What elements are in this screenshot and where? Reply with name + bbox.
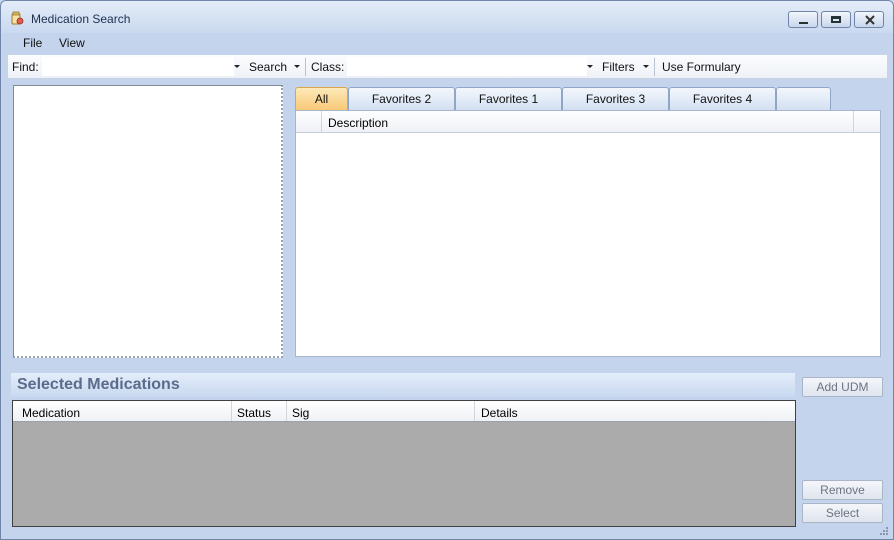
toolbar-separator — [654, 58, 655, 76]
remove-button[interactable]: Remove — [802, 480, 883, 500]
column-header-description[interactable]: Description — [328, 116, 388, 130]
selected-medications-header: Selected Medications — [11, 373, 795, 397]
column-header-status[interactable]: Status — [237, 406, 271, 420]
class-dropdown-icon[interactable] — [587, 65, 593, 68]
menu-view[interactable]: View — [55, 36, 89, 50]
maximize-icon — [831, 16, 841, 23]
results-grid-header: Description — [296, 111, 880, 133]
toolbar-separator — [305, 58, 306, 76]
filters-button[interactable]: Filters — [602, 60, 635, 74]
column-header-details[interactable]: Details — [481, 406, 518, 420]
selected-grid-header: Medication Status Sig Details — [13, 401, 795, 422]
row-header-cell — [296, 111, 322, 132]
close-icon — [865, 15, 875, 25]
class-tree-panel[interactable] — [13, 85, 283, 358]
medication-app-icon — [11, 11, 24, 25]
tab-all[interactable]: All — [295, 87, 348, 110]
selected-medications-grid[interactable]: Medication Status Sig Details — [12, 400, 796, 527]
use-formulary-button[interactable]: Use Formulary — [662, 60, 741, 74]
column-divider — [853, 111, 854, 132]
add-udm-button[interactable]: Add UDM — [802, 377, 883, 397]
title-bar[interactable]: Medication Search — [1, 1, 893, 33]
find-input[interactable] — [42, 57, 234, 76]
search-button[interactable]: Search — [249, 60, 287, 74]
column-divider — [286, 401, 287, 421]
tab-favorites-2[interactable]: Favorites 2 — [348, 87, 455, 110]
menu-file[interactable]: File — [19, 36, 46, 50]
select-button[interactable]: Select — [802, 503, 883, 523]
minimize-button[interactable] — [788, 11, 818, 28]
search-toolbar: Find: Search Class: Filters Use Formular… — [8, 55, 887, 79]
column-header-sig[interactable]: Sig — [292, 406, 309, 420]
menu-bar: File View — [9, 33, 885, 53]
tab-favorites-1[interactable]: Favorites 1 — [455, 87, 562, 110]
medication-search-window: Medication Search File View Find: Search… — [0, 0, 894, 540]
window-title: Medication Search — [31, 12, 131, 26]
find-dropdown-icon[interactable] — [234, 65, 240, 68]
tab-favorites-4[interactable]: Favorites 4 — [669, 87, 776, 110]
results-grid[interactable]: Description — [295, 110, 881, 357]
maximize-button[interactable] — [821, 11, 851, 28]
selected-medications-title: Selected Medications — [17, 376, 180, 393]
class-label: Class: — [311, 60, 345, 74]
column-header-medication[interactable]: Medication — [22, 406, 80, 420]
filters-dropdown-icon[interactable] — [643, 65, 649, 68]
class-input[interactable] — [347, 57, 587, 76]
tab-blank[interactable] — [776, 87, 831, 110]
tab-favorites-3[interactable]: Favorites 3 — [562, 87, 669, 110]
minimize-icon — [799, 22, 808, 24]
column-divider — [231, 401, 232, 421]
close-button[interactable] — [854, 11, 884, 28]
search-dropdown-icon[interactable] — [294, 65, 300, 68]
resize-grip-icon[interactable] — [879, 526, 889, 536]
column-divider — [474, 401, 475, 421]
find-label: Find: — [12, 60, 39, 74]
